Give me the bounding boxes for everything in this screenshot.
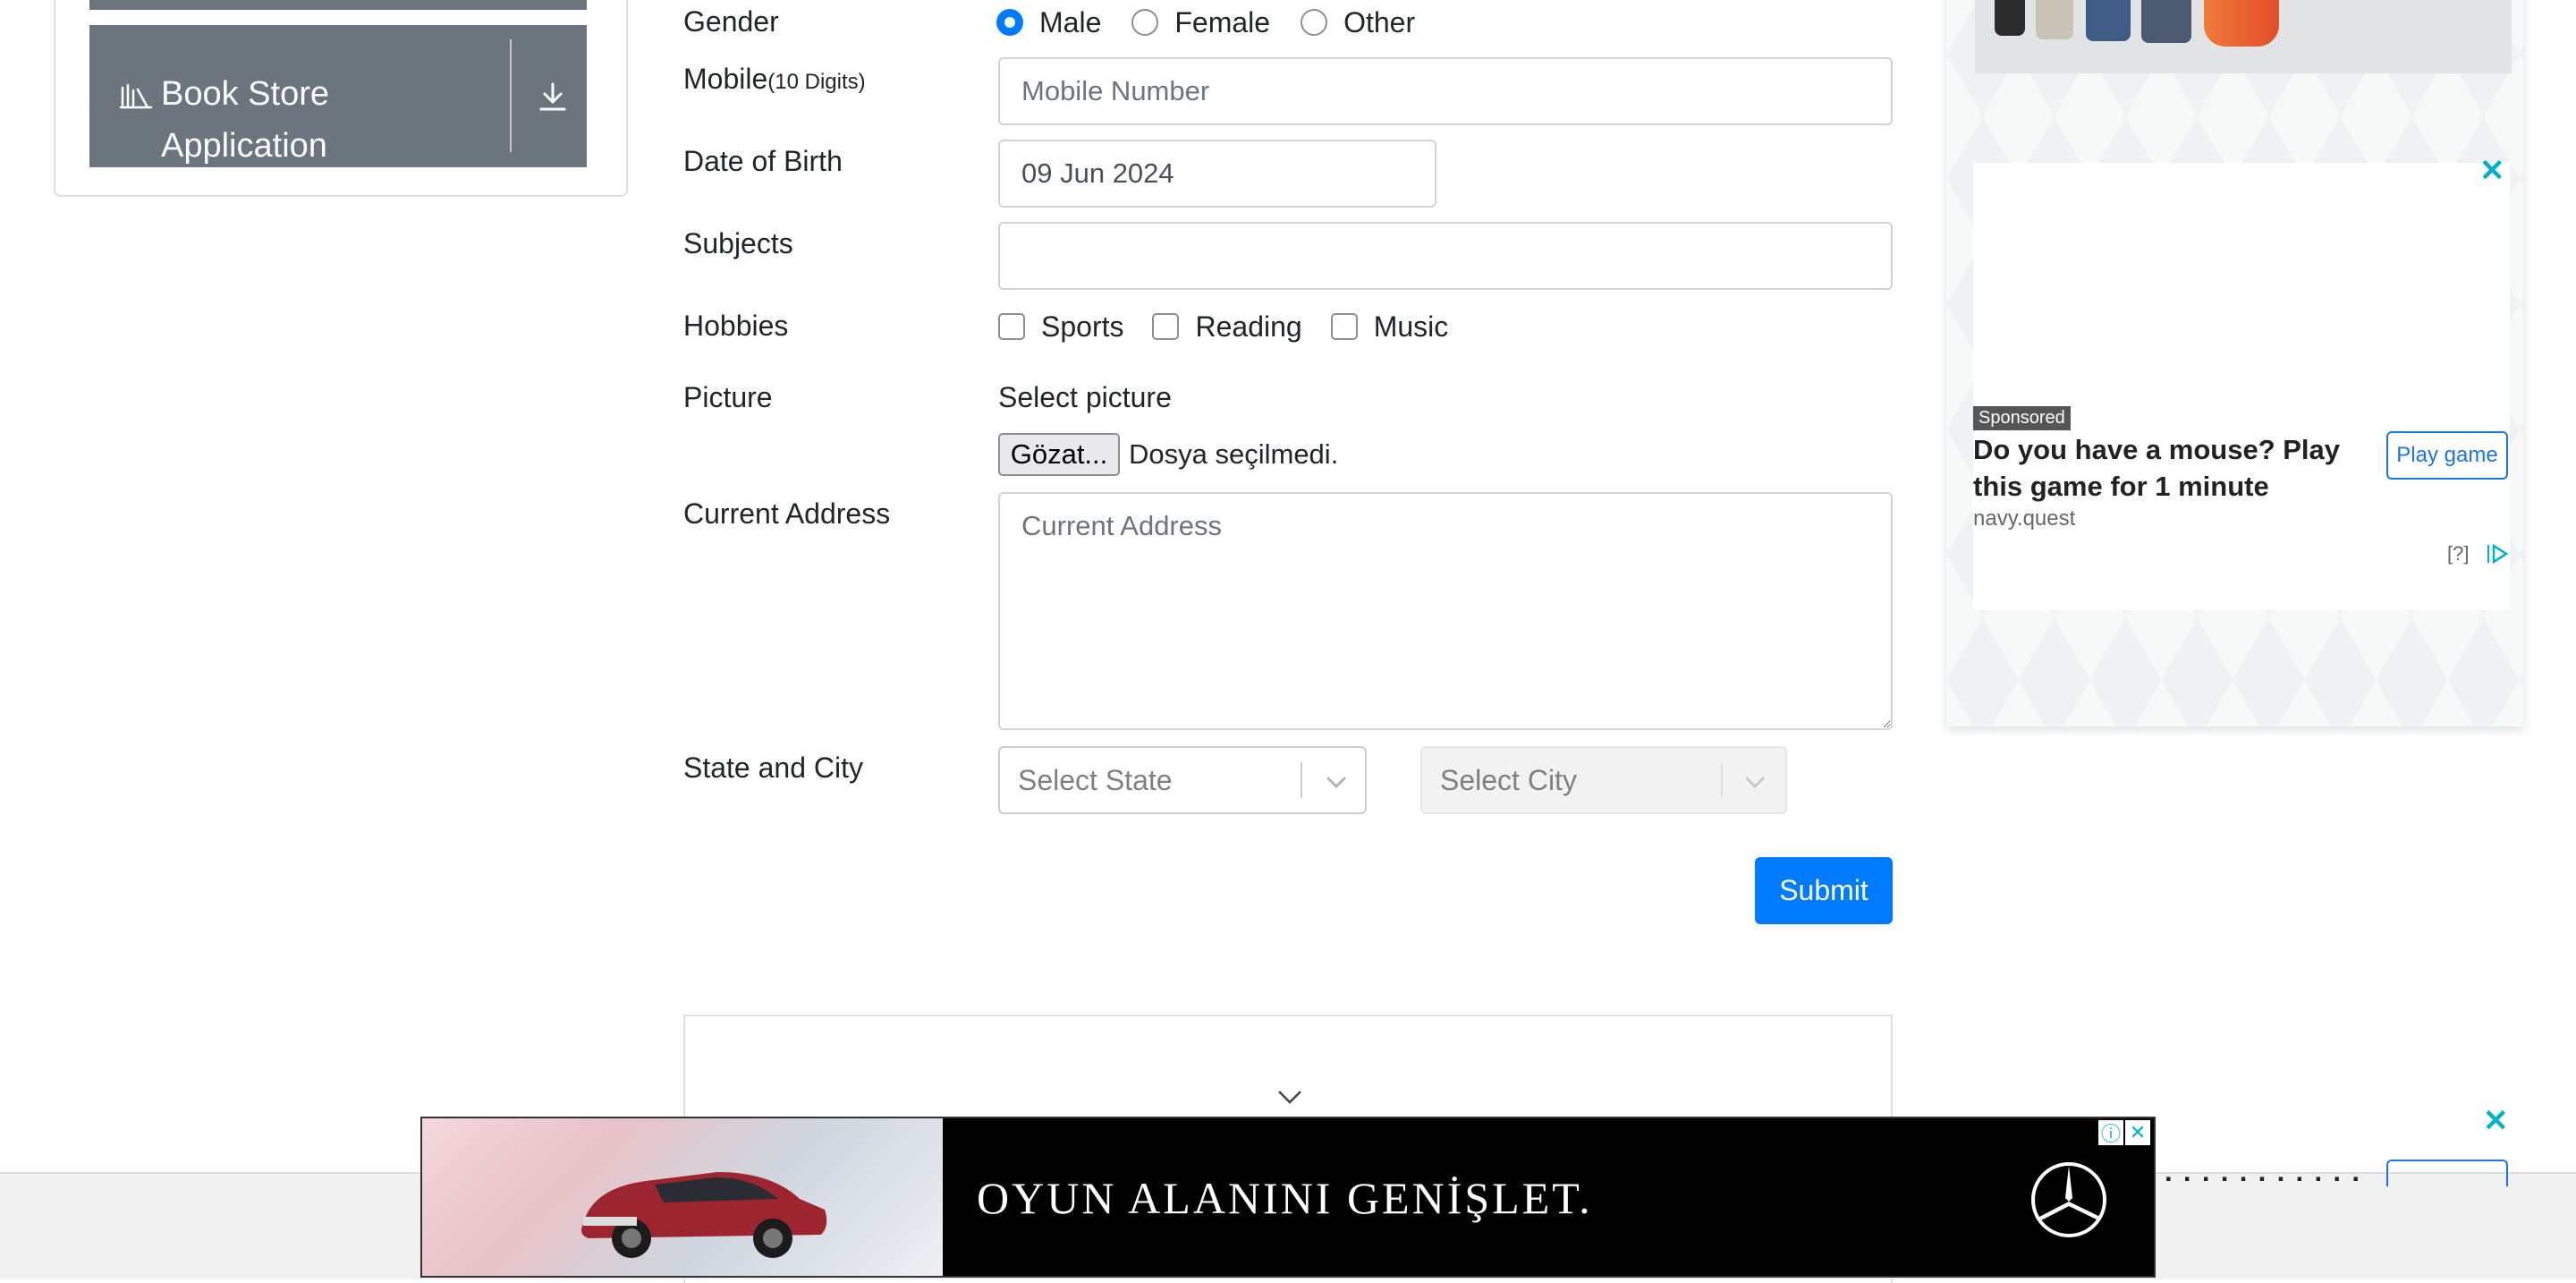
- hobby-sports-checkbox[interactable]: Sports: [998, 310, 1123, 344]
- ad-domain[interactable]: navy.quest: [1973, 506, 2075, 531]
- gender-radio-group: Male Female Other: [996, 0, 1445, 45]
- radio-label: Other: [1343, 5, 1416, 38]
- book-store-icon: [120, 83, 152, 109]
- download-icon[interactable]: [537, 81, 569, 113]
- hobby-music-checkbox[interactable]: Music: [1330, 310, 1449, 344]
- hobbies-checkbox-group: Sports Reading Music: [998, 304, 1477, 349]
- hobby-reading-checkbox[interactable]: Reading: [1152, 310, 1302, 344]
- city-placeholder: Select City: [1440, 764, 1577, 796]
- close-icon[interactable]: ✕: [2483, 1106, 2509, 1136]
- radio-checked-icon[interactable]: [996, 9, 1023, 36]
- close-icon[interactable]: ✕: [2125, 1120, 2150, 1145]
- sponsored-badge: Sponsored: [1973, 406, 2071, 430]
- radio-unchecked-icon[interactable]: [1301, 9, 1328, 36]
- radio-label: Male: [1039, 5, 1102, 38]
- mobile-label: Mobile(10 Digits): [683, 61, 866, 100]
- address-label: Current Address: [683, 497, 891, 530]
- gender-other-radio[interactable]: Other: [1301, 6, 1415, 39]
- info-icon[interactable]: ⓘ: [2098, 1120, 2123, 1145]
- select-separator: [1721, 762, 1723, 798]
- dob-input[interactable]: [998, 140, 1436, 208]
- state-city-label: State and City: [683, 752, 863, 784]
- gender-male-radio[interactable]: Male: [996, 6, 1101, 39]
- play-game-button[interactable]: Play game: [2386, 431, 2508, 480]
- ad-help-link[interactable]: [?]: [2447, 542, 2469, 565]
- checkbox-label: Sports: [1041, 310, 1124, 343]
- peek-ad-text: · · · · · · · · · · ·: [2165, 1163, 2362, 1194]
- car-image[interactable]: [422, 1118, 943, 1276]
- subjects-label: Subjects: [683, 227, 793, 259]
- radio-unchecked-icon[interactable]: [1131, 9, 1159, 36]
- city-select[interactable]: Select City: [1420, 746, 1787, 814]
- file-browse-button[interactable]: Gözat...: [998, 433, 1120, 476]
- current-address-textarea[interactable]: [998, 492, 1893, 730]
- side-ad-card[interactable]: ✕ Sponsored Do you have a mouse? Play th…: [1973, 156, 2510, 610]
- sidebar-item-previous[interactable]: [89, 0, 587, 10]
- ad-title[interactable]: Do you have a mouse? Play this game for …: [1973, 431, 2367, 505]
- mobile-input[interactable]: [998, 57, 1893, 125]
- hobbies-label: Hobbies: [683, 310, 789, 342]
- chevron-down-icon[interactable]: [1324, 769, 1349, 794]
- chevron-down-icon[interactable]: [1275, 1086, 1304, 1108]
- mobile-hint: (10 Digits): [767, 70, 866, 94]
- picture-label: Picture: [683, 381, 773, 413]
- banner-headline[interactable]: OYUN ALANINI GENİŞLET.: [977, 1172, 1593, 1224]
- divider: [510, 39, 512, 152]
- car-shape: [581, 1172, 827, 1258]
- sidebar-item-book-store[interactable]: Book Store Application: [89, 25, 587, 167]
- state-select[interactable]: Select State: [998, 746, 1367, 814]
- gender-label: Gender: [683, 5, 779, 38]
- checkbox-icon[interactable]: [998, 313, 1025, 340]
- mercedes-banner-ad[interactable]: OYUN ALANINI GENİŞLET. ⓘ ✕: [420, 1117, 2156, 1278]
- phone-ad-image[interactable]: [1975, 0, 2512, 73]
- checkbox-icon[interactable]: [1152, 313, 1180, 340]
- mobile-label-text: Mobile: [683, 63, 768, 95]
- sidebar-item-label: Book Store Application: [161, 75, 329, 165]
- peek-ad-button[interactable]: [2386, 1160, 2508, 1186]
- select-separator: [1301, 762, 1302, 798]
- radio-label: Female: [1174, 5, 1271, 38]
- select-picture-text: Select picture: [998, 381, 1172, 413]
- close-icon[interactable]: ✕: [2479, 156, 2505, 186]
- mercedes-logo-icon[interactable]: [2029, 1160, 2109, 1240]
- checkbox-icon[interactable]: [1330, 313, 1358, 340]
- state-placeholder: Select State: [1018, 764, 1173, 796]
- gender-female-radio[interactable]: Female: [1131, 6, 1270, 39]
- file-status-text: Dosya seçilmedi.: [1129, 438, 1339, 470]
- checkbox-label: Reading: [1195, 310, 1302, 343]
- subjects-input[interactable]: [998, 222, 1893, 290]
- checkbox-label: Music: [1373, 310, 1449, 343]
- submit-button[interactable]: Submit: [1755, 857, 1893, 924]
- side-ad-panel: ✕ Sponsored Do you have a mouse? Play th…: [1946, 0, 2524, 726]
- chevron-down-icon[interactable]: [1742, 769, 1767, 794]
- adchoices-icon[interactable]: [2487, 542, 2510, 565]
- dob-label: Date of Birth: [683, 145, 843, 177]
- ad-badges: ⓘ ✕: [2098, 1120, 2150, 1145]
